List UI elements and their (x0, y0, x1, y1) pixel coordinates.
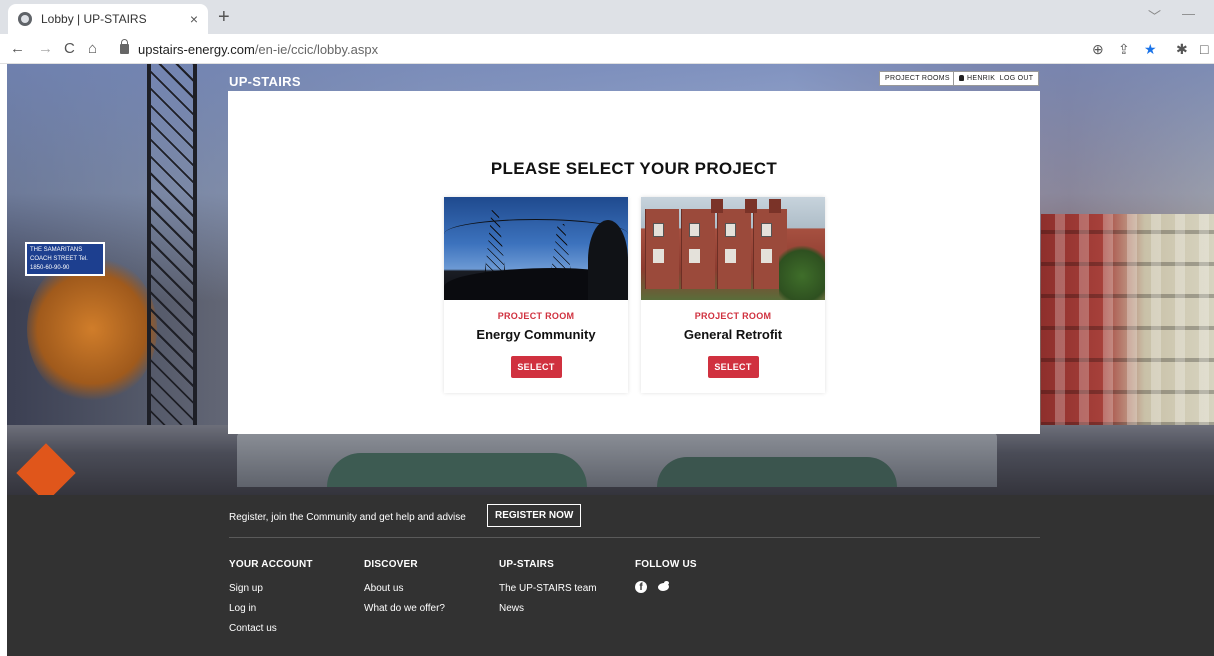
url-domain: upstairs-energy.com (138, 41, 255, 57)
new-tab-button[interactable]: + (218, 6, 230, 28)
url-field[interactable]: upstairs-energy.com/en-ie/ccic/lobby.asp… (112, 37, 1092, 61)
twitter-icon[interactable] (657, 581, 670, 592)
room-label: PROJECT ROOM (497, 311, 575, 321)
house (681, 209, 715, 289)
footer-col-your-account: YOUR ACCOUNT Sign up Log in Contact us (229, 559, 313, 643)
tab-close-icon[interactable]: × (190, 11, 198, 27)
facebook-icon[interactable]: f (635, 581, 647, 593)
room-card-energy-community: PROJECT ROOM Energy Community SELECT (444, 197, 628, 393)
share-icon[interactable]: ⇪ (1118, 40, 1130, 58)
tab-title: Lobby | UP-STAIRS (41, 12, 147, 26)
tree-silhouette (588, 220, 628, 300)
home-button[interactable]: ⌂ (88, 39, 97, 59)
browser-tabbar: Lobby | UP-STAIRS × + ﹀ — (0, 0, 1214, 34)
bookmark-star-icon[interactable]: ★ (1144, 40, 1157, 58)
footer-heading: YOUR ACCOUNT (229, 559, 313, 570)
footer-link-what-we-offer[interactable]: What do we offer? (364, 603, 445, 614)
site-logo[interactable]: UP-STAIRS (229, 74, 301, 89)
footer-col-up-stairs: UP-STAIRS The UP-STAIRS team News (499, 559, 597, 623)
back-button[interactable]: ← (10, 39, 25, 59)
street-buildings (1041, 214, 1214, 454)
house (717, 209, 751, 289)
site-footer: Register, join the Community and get hel… (7, 495, 1214, 656)
terraced-houses-photo (641, 197, 825, 300)
footer-heading: FOLLOW US (635, 559, 697, 570)
address-bar: ← → C ⌂ upstairs-energy.com/en-ie/ccic/l… (0, 34, 1214, 64)
footer-heading: DISCOVER (364, 559, 418, 570)
user-name: HENRIK (967, 75, 996, 82)
project-selection-panel: PLEASE SELECT YOUR PROJECT PROJECT ROOM … (228, 91, 1040, 434)
footer-link-news[interactable]: News (499, 603, 597, 614)
select-energy-community-button[interactable]: SELECT (510, 356, 562, 378)
zoom-icon[interactable]: ⊕ (1092, 40, 1104, 58)
forward-button[interactable]: → (38, 39, 53, 59)
page-title: PLEASE SELECT YOUR PROJECT (490, 159, 778, 178)
register-prompt: Register, join the Community and get hel… (229, 512, 466, 523)
minimize-button[interactable]: — (1182, 6, 1195, 21)
chevron-down-icon[interactable]: ﹀ (1148, 6, 1161, 25)
reload-button[interactable]: C (64, 39, 75, 59)
footer-col-discover: DISCOVER About us What do we offer? (364, 559, 445, 623)
sidebar-icon[interactable]: □ (1200, 40, 1208, 58)
register-now-button[interactable]: REGISTER NOW (487, 504, 582, 527)
lock-icon (120, 39, 129, 54)
logout-button[interactable]: HENRIK LOG OUT (953, 71, 1040, 86)
chimney (745, 199, 757, 213)
chimney (711, 199, 723, 213)
footer-divider (229, 537, 1040, 538)
logout-label: LOG OUT (999, 75, 1034, 82)
room-label: PROJECT ROOM (694, 311, 772, 321)
stone-bridge (237, 433, 997, 487)
footer-link-team[interactable]: The UP-STAIRS team (499, 583, 597, 594)
house (645, 209, 679, 289)
page: THE SAMARITANS COACH STREET Tel. 1850-60… (0, 64, 1214, 656)
globe-icon (18, 12, 32, 26)
chimney (769, 199, 781, 213)
url-path: /en-ie/ccic/lobby.aspx (254, 41, 379, 57)
footer-link-about-us[interactable]: About us (364, 583, 445, 594)
room-card-general-retrofit: PROJECT ROOM General Retrofit SELECT (641, 197, 825, 393)
extensions-puzzle-icon[interactable]: ✱ (1176, 40, 1188, 58)
crane-tower (147, 64, 197, 444)
user-icon (959, 75, 964, 81)
street-sign: THE SAMARITANS COACH STREET Tel. 1850-60… (25, 242, 105, 276)
footer-link-log-in[interactable]: Log in (229, 603, 313, 614)
footer-link-sign-up[interactable]: Sign up (229, 583, 313, 594)
power-lines-photo (444, 197, 628, 300)
footer-col-follow-us: FOLLOW US f (635, 559, 697, 593)
room-name: General Retrofit (683, 327, 783, 342)
select-general-retrofit-button[interactable]: SELECT (707, 356, 759, 378)
footer-heading: UP-STAIRS (499, 559, 554, 570)
project-rooms-button[interactable]: PROJECT ROOMS (879, 71, 956, 86)
autumn-tree (27, 254, 157, 404)
footer-link-contact-us[interactable]: Contact us (229, 623, 313, 634)
social-links: f (635, 581, 697, 593)
browser-tab[interactable]: Lobby | UP-STAIRS × (8, 4, 208, 34)
shrub (779, 240, 825, 300)
room-name: Energy Community (476, 327, 596, 342)
